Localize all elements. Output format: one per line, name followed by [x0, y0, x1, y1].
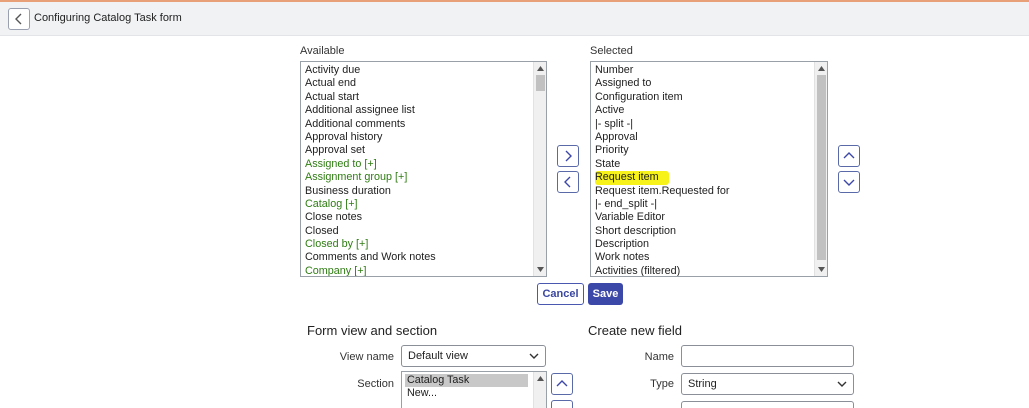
move-down-button[interactable]	[838, 171, 860, 193]
available-list[interactable]: Activity due Actual end Actual start Additi…	[300, 61, 547, 277]
section-list[interactable]: Catalog Task New...	[401, 371, 547, 408]
chevron-left-icon	[15, 13, 22, 25]
name-label: Name	[644, 351, 674, 363]
selected-item[interactable]: Approval	[595, 131, 813, 144]
selected-item[interactable]: Short description	[595, 225, 813, 238]
selected-item[interactable]: Request item	[595, 171, 813, 185]
available-label: Available	[300, 45, 345, 57]
create-field-title: Create new field	[588, 323, 682, 338]
available-item[interactable]: Actual start	[305, 91, 532, 104]
cancel-button[interactable]: Cancel	[537, 283, 584, 305]
selected-item[interactable]: |- split -|	[595, 118, 813, 131]
available-item[interactable]: Additional comments	[305, 118, 532, 131]
view-name-select[interactable]: Default view	[401, 345, 546, 367]
available-item[interactable]: Approval set	[305, 144, 532, 157]
section-item[interactable]: Catalog Task	[405, 374, 528, 387]
selected-item[interactable]: Activities (filtered)	[595, 265, 813, 276]
scroll-up-arrow-icon[interactable]	[815, 63, 827, 74]
highlighted-item-label: Request item	[595, 171, 669, 185]
available-item[interactable]: Comments and Work notes	[305, 251, 532, 264]
available-item[interactable]: Assignment group [+]	[305, 171, 532, 184]
scroll-down-arrow-icon[interactable]	[815, 264, 827, 275]
available-item[interactable]: Activity due	[305, 64, 532, 77]
chevron-down-icon	[837, 381, 847, 387]
available-items: Activity due Actual end Actual start Additi…	[305, 64, 532, 276]
available-item[interactable]: Business duration	[305, 185, 532, 198]
available-item[interactable]: Catalog [+]	[305, 198, 532, 211]
selected-items: Number Assigned to Configuration item Activ…	[595, 64, 813, 276]
remove-from-selected-button[interactable]	[557, 171, 579, 193]
scroll-down-arrow-icon[interactable]	[534, 264, 546, 275]
scroll-up-arrow-icon[interactable]	[534, 373, 546, 384]
chevron-left-icon	[564, 176, 571, 188]
chevron-down-icon	[843, 179, 855, 186]
selected-scroll-thumb[interactable]	[817, 75, 826, 260]
selected-scrollbar[interactable]	[814, 62, 827, 276]
available-item[interactable]: Assigned to [+]	[305, 158, 532, 171]
name-input[interactable]	[681, 345, 854, 367]
field-length-select[interactable]	[681, 401, 854, 408]
type-value: String	[688, 378, 717, 390]
type-select[interactable]: String	[681, 373, 854, 395]
selected-item[interactable]: Active	[595, 104, 813, 117]
section-move-down-button[interactable]	[551, 400, 573, 408]
selected-item[interactable]: State	[595, 158, 813, 171]
selected-item[interactable]: Priority	[595, 144, 813, 157]
chevron-right-icon	[565, 150, 572, 162]
available-item[interactable]: Additional assignee list	[305, 104, 532, 117]
move-up-button[interactable]	[838, 145, 860, 167]
selected-label: Selected	[590, 45, 633, 57]
view-name-value: Default view	[408, 350, 468, 362]
chevron-down-icon	[529, 353, 539, 359]
view-name-label: View name	[339, 351, 394, 363]
available-item[interactable]: Close notes	[305, 211, 532, 224]
page-title: Configuring Catalog Task form	[34, 12, 182, 24]
type-label: Type	[650, 378, 674, 390]
selected-list[interactable]: Number Assigned to Configuration item Activ…	[590, 61, 828, 277]
selected-item[interactable]: Variable Editor	[595, 211, 813, 224]
save-button[interactable]: Save	[588, 283, 623, 305]
selected-item[interactable]: Number	[595, 64, 813, 77]
chevron-up-icon	[843, 152, 855, 159]
selected-item[interactable]: Request item.Requested for	[595, 185, 813, 198]
available-scroll-thumb[interactable]	[536, 75, 545, 91]
section-label: Section	[357, 378, 394, 390]
section-item[interactable]: New...	[405, 387, 528, 400]
available-item[interactable]: Closed	[305, 225, 532, 238]
available-item[interactable]: Company [+]	[305, 265, 532, 276]
selected-item[interactable]: Assigned to	[595, 77, 813, 90]
chevron-up-icon	[556, 380, 568, 387]
selected-item[interactable]: Configuration item	[595, 91, 813, 104]
section-scrollbar[interactable]	[533, 372, 546, 408]
selected-item[interactable]: Work notes	[595, 251, 813, 264]
form-view-title: Form view and section	[307, 323, 438, 338]
available-item[interactable]: Actual end	[305, 77, 532, 90]
available-scrollbar[interactable]	[533, 62, 546, 276]
header-bar: Configuring Catalog Task form	[0, 0, 1029, 36]
add-to-selected-button[interactable]	[557, 145, 579, 167]
section-move-up-button[interactable]	[551, 373, 573, 395]
selected-item[interactable]: Description	[595, 238, 813, 251]
available-item[interactable]: Approval history	[305, 131, 532, 144]
available-item[interactable]: Closed by [+]	[305, 238, 532, 251]
back-button[interactable]	[8, 8, 30, 30]
selected-item[interactable]: |- end_split -|	[595, 198, 813, 211]
scroll-up-arrow-icon[interactable]	[534, 63, 546, 74]
